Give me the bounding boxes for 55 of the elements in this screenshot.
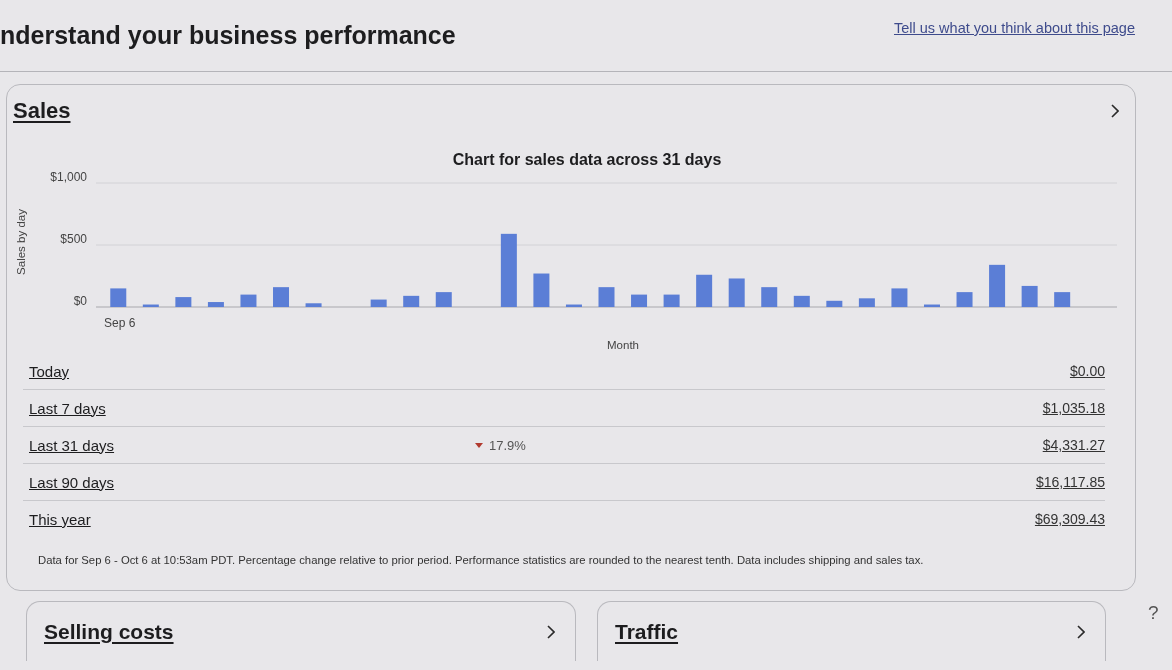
y-axis-tick-label: $500 — [60, 232, 87, 246]
sales-title-link[interactable]: Sales — [13, 98, 71, 124]
chart-bar — [142, 304, 159, 307]
chart-bar — [305, 303, 322, 307]
chart-bar — [598, 287, 615, 307]
x-axis-date-label: Sep 6 — [104, 316, 136, 330]
period-link[interactable]: Last 7 days — [29, 399, 106, 417]
page-title: nderstand your business performance — [0, 20, 456, 50]
period-link[interactable]: Last 90 days — [29, 473, 115, 491]
chart-bar — [631, 294, 648, 307]
chart-bar — [696, 274, 713, 307]
y-axis-tick-label: $0 — [73, 294, 87, 308]
help-button[interactable]: ? — [1144, 601, 1163, 625]
chart-bar — [110, 288, 127, 307]
sales-amount-link[interactable]: $1,035.18 — [1042, 400, 1105, 416]
sales-amount-link[interactable]: $69,309.43 — [1034, 511, 1105, 527]
feedback-link[interactable]: Tell us what you think about this page — [894, 20, 1135, 36]
x-axis-title: Month — [607, 339, 639, 351]
chart-bar — [273, 287, 289, 307]
period-link[interactable]: Today — [29, 362, 70, 380]
chart-title: Chart for sales data across 31 days — [452, 151, 722, 168]
chart-bar — [989, 264, 1006, 307]
chevron-right-icon[interactable] — [1111, 104, 1119, 118]
chart-bar — [924, 304, 940, 307]
chart-bar — [207, 302, 224, 307]
footnote: Data for Sep 6 - Oct 6 at 10:53am PDT. Percentage change relative to prior period. Performance statistics are rounded to the nearest tenth. Data includes shipping and sales tax. — [37, 553, 925, 568]
chart-bar — [370, 299, 387, 307]
y-axis-tick-label: $1,000 — [50, 170, 87, 184]
chart-bar — [403, 295, 420, 307]
sales-amount-link[interactable]: $16,117.85 — [1035, 474, 1105, 490]
chart-bar — [891, 288, 908, 307]
chevron-right-icon[interactable] — [1077, 624, 1085, 639]
period-link[interactable]: Last 31 days — [29, 436, 115, 454]
y-axis-title: Sales by day — [15, 209, 28, 275]
chart-bar — [663, 294, 680, 307]
chart-bar — [175, 297, 192, 307]
chart-bar — [1021, 285, 1038, 307]
chevron-right-icon[interactable] — [547, 624, 555, 639]
period-link[interactable]: This year — [29, 510, 91, 528]
chart-bar — [793, 295, 810, 307]
card-title-link[interactable]: Traffic — [615, 619, 679, 644]
chart-bar — [761, 287, 778, 307]
sales-amount-link[interactable]: $4,331.27 — [1042, 437, 1105, 453]
chart-bar — [1054, 292, 1071, 307]
chart-bar — [565, 304, 582, 307]
chart-bar — [240, 294, 257, 307]
chart-bar — [858, 298, 875, 307]
sales-amount-link[interactable]: $0.00 — [1069, 363, 1105, 379]
chart-bar — [826, 300, 843, 307]
chart-bar — [435, 292, 452, 307]
chart-bar — [533, 273, 550, 307]
chart-bar — [956, 292, 973, 307]
percent-change: 17.9% — [489, 437, 526, 453]
card-title-link[interactable]: Selling costs — [44, 619, 174, 644]
chart-bar — [728, 278, 745, 307]
